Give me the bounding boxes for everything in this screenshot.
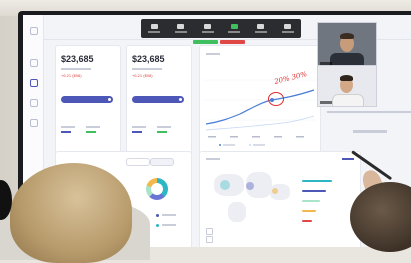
camera-button[interactable] (174, 24, 188, 33)
mini-value (61, 131, 71, 133)
line-chart-card: 20% 30% (199, 45, 321, 157)
legend-label (162, 224, 176, 226)
recording-indicator (193, 40, 245, 44)
share-icon (204, 24, 212, 29)
map-legend-bar (302, 200, 320, 202)
right-link[interactable] (353, 130, 387, 133)
mini-value (157, 131, 167, 133)
person-hair (340, 75, 353, 81)
person-body (332, 94, 364, 106)
mic-button[interactable] (147, 24, 161, 33)
tab-week[interactable] (126, 158, 150, 166)
participants-icon (257, 24, 265, 29)
map-legend-bar (302, 210, 316, 212)
document-icon[interactable] (30, 99, 38, 107)
button-label (201, 31, 214, 33)
stat-action-button[interactable] (61, 96, 113, 103)
stat-caption (61, 68, 91, 70)
map-legend-bar (302, 180, 332, 182)
viewer-head-blonde (10, 163, 132, 263)
home-icon[interactable] (30, 59, 38, 67)
stat-value: $23,685 (61, 54, 94, 64)
button-label (174, 31, 187, 33)
tab-month[interactable] (150, 158, 174, 166)
legend-label (223, 144, 235, 146)
share-button[interactable] (201, 24, 215, 33)
mini-caption (132, 126, 146, 128)
zoom-in-icon[interactable] (206, 228, 213, 235)
annotation-circle (268, 92, 284, 106)
x-tick-label (252, 136, 260, 138)
person-hair (340, 33, 354, 39)
map-marker[interactable] (220, 180, 230, 190)
map-link[interactable] (342, 158, 354, 160)
map-legend-bar (302, 190, 326, 192)
zoom-out-icon[interactable] (206, 236, 213, 243)
button-label (228, 31, 241, 33)
camera-icon (177, 24, 185, 29)
series-line (205, 89, 315, 125)
map-marker[interactable] (272, 188, 278, 194)
video-tile-remote-2[interactable] (317, 65, 377, 107)
record-icon (230, 24, 238, 29)
mini-caption (61, 126, 75, 128)
mic-icon (150, 24, 158, 29)
stat-delta: +6.21 ($98) (132, 73, 153, 78)
mini-caption (86, 126, 100, 128)
mini-value (86, 131, 96, 133)
mini-value (132, 131, 142, 133)
map-region (228, 202, 246, 222)
chart-title (206, 53, 220, 55)
indicator-segment (193, 40, 218, 44)
stat-delta: +6.21 ($98) (61, 73, 82, 78)
participant-name-label (320, 101, 332, 104)
leave-icon (284, 24, 292, 29)
video-tile-remote-1[interactable] (317, 22, 377, 68)
stat-value: $23,685 (132, 54, 165, 64)
map-legend-bar (302, 220, 312, 222)
button-label (281, 31, 294, 33)
meeting-toolbar (141, 19, 301, 38)
legend-dot (156, 224, 159, 227)
menu-icon[interactable] (30, 27, 38, 35)
legend-dot (156, 214, 159, 217)
chart-icon[interactable] (30, 79, 38, 87)
participants-button[interactable] (254, 24, 268, 33)
button-label (254, 31, 267, 33)
x-tick-label (274, 136, 282, 138)
map-title (206, 158, 220, 160)
indicator-segment (220, 40, 245, 44)
stat-card-1: $23,685 +6.21 ($98) (55, 45, 121, 157)
stat-card-2: $23,685 +6.21 ($98) (126, 45, 192, 157)
stat-caption (132, 68, 162, 70)
stat-action-button[interactable] (132, 96, 184, 103)
map-card (199, 151, 361, 247)
series-line-secondary (205, 115, 315, 131)
x-tick-label (208, 136, 216, 138)
map-marker[interactable] (246, 182, 254, 190)
x-tick-label (230, 136, 238, 138)
right-caption (327, 111, 411, 113)
legend-label (162, 214, 176, 216)
leave-button[interactable] (281, 24, 295, 33)
donut-chart (146, 178, 168, 200)
button-label (148, 31, 161, 33)
mini-caption (157, 126, 171, 128)
record-button[interactable] (227, 24, 241, 33)
settings-icon[interactable] (30, 119, 38, 127)
legend-label (253, 144, 265, 146)
legend-dot (249, 144, 251, 146)
legend-dot (219, 144, 221, 146)
x-tick-label (296, 136, 304, 138)
